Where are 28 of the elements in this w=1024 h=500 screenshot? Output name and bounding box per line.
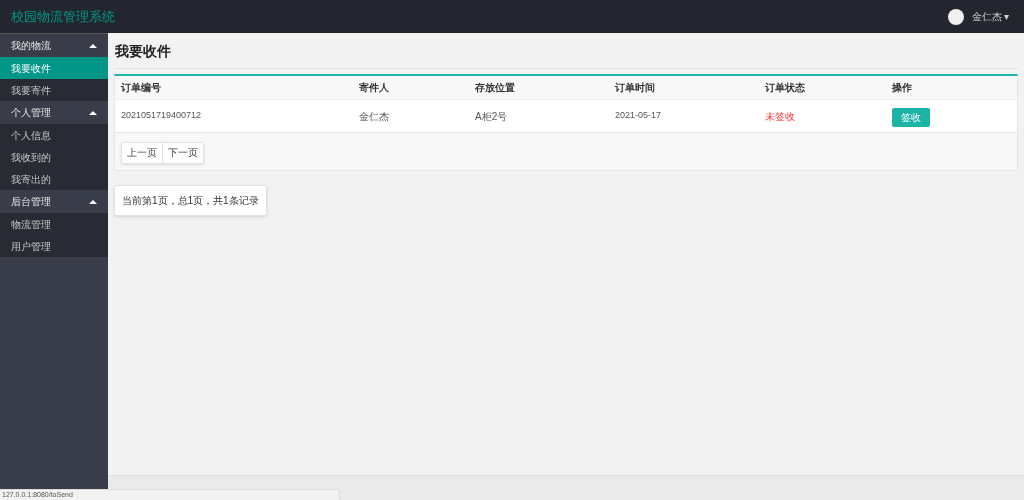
column-header: 寄件人: [359, 81, 390, 95]
sidebar-item[interactable]: 我要收件: [0, 57, 108, 79]
table-cell-text: A柜2号: [475, 109, 509, 124]
status-text: 未签收: [765, 109, 796, 124]
sidebar-item[interactable]: 物流管理: [0, 213, 108, 235]
column-header: 订单状态: [765, 81, 806, 95]
app-title: 校园物流管理系统: [11, 7, 115, 26]
column-header: 订单时间: [615, 81, 656, 95]
table-cell-text: 2021-05-17: [615, 109, 663, 123]
collapse-icon: [89, 199, 97, 204]
sidebar-item[interactable]: 用户管理: [0, 235, 108, 257]
collapse-icon: [89, 110, 97, 115]
column-header: 订单编号: [121, 81, 162, 95]
collapse-icon: [89, 43, 97, 48]
next-page-button[interactable]: 下一页: [163, 142, 203, 163]
column-header: 操作: [892, 81, 913, 95]
table-cell-text: 2021051719400712: [121, 109, 203, 123]
sidebar-item[interactable]: 我收到的: [0, 146, 108, 168]
page-title: 我要收件: [115, 42, 172, 61]
column-header: 存放位置: [475, 81, 516, 95]
sidebar-item[interactable]: 我要寄件: [0, 79, 108, 101]
user-menu[interactable]: 金仁杰 ▾: [972, 9, 1009, 24]
sidebar-item[interactable]: 个人信息: [0, 124, 108, 146]
avatar-icon: [948, 8, 964, 25]
table-cell-text: 金仁杰: [359, 109, 390, 124]
prev-page-button[interactable]: 上一页: [122, 142, 163, 163]
page-summary: 当前第1页，总1页，共1条记录: [114, 184, 267, 216]
sidebar-item[interactable]: 我寄出的: [0, 168, 108, 190]
